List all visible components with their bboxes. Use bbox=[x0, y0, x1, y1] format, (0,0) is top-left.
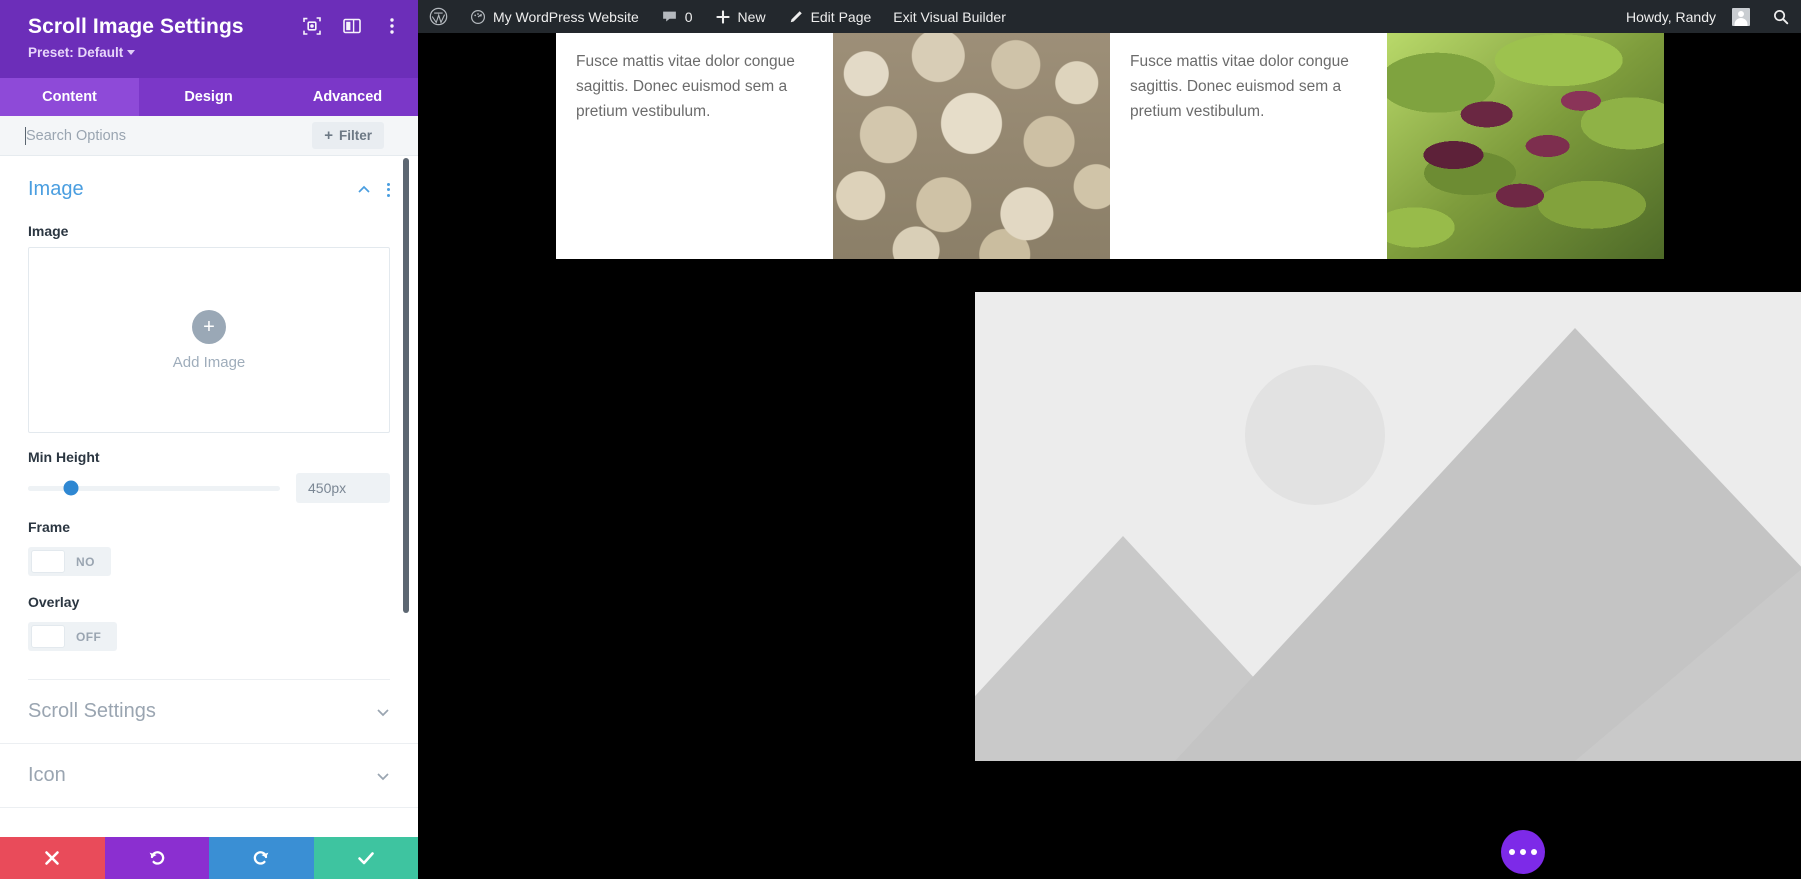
search-input[interactable] bbox=[26, 128, 312, 144]
toggle-knob bbox=[31, 550, 65, 573]
panel-header-icons bbox=[302, 16, 402, 36]
layout-columns-icon[interactable] bbox=[342, 16, 362, 36]
comment-count: 0 bbox=[685, 9, 693, 25]
module-settings-panel: Scroll Image Settings Preset: Default bbox=[0, 0, 418, 879]
preset-selector[interactable]: Preset: Default bbox=[28, 45, 135, 60]
redo-icon bbox=[251, 848, 271, 868]
search-bar: + Filter bbox=[0, 116, 418, 156]
site-name-menu[interactable]: My WordPress Website bbox=[459, 0, 650, 33]
plus-icon: + bbox=[324, 128, 333, 143]
close-icon bbox=[42, 848, 62, 868]
filter-button-label: Filter bbox=[339, 128, 372, 143]
cancel-button[interactable] bbox=[0, 837, 105, 879]
chevron-down-icon bbox=[127, 50, 135, 55]
new-label: New bbox=[738, 9, 766, 25]
comments-menu[interactable]: 0 bbox=[650, 0, 704, 33]
site-name-label: My WordPress Website bbox=[493, 9, 639, 25]
blurb-text-2: Fusce mattis vitae dolor congue sagittis… bbox=[1110, 33, 1387, 259]
focus-frame-icon[interactable] bbox=[302, 16, 322, 36]
save-button[interactable] bbox=[314, 837, 419, 879]
image-field-label: Image bbox=[28, 223, 390, 239]
comment-bubble-icon bbox=[661, 8, 678, 25]
min-height-slider[interactable] bbox=[28, 486, 280, 491]
filter-button[interactable]: + Filter bbox=[312, 122, 384, 149]
panel-header: Scroll Image Settings Preset: Default bbox=[0, 0, 418, 78]
plus-icon bbox=[715, 9, 731, 25]
vertical-dots-icon[interactable] bbox=[387, 183, 390, 197]
app-root: Scroll Image Settings Preset: Default bbox=[0, 0, 1801, 879]
blurb-text-1: Fusce mattis vitae dolor congue sagittis… bbox=[556, 33, 833, 259]
add-image-label: Add Image bbox=[173, 354, 246, 371]
panel-tabs: Content Design Advanced bbox=[0, 78, 418, 116]
howdy-label: Howdy, Randy bbox=[1626, 9, 1716, 25]
slider-handle[interactable] bbox=[63, 481, 78, 496]
min-height-control: 450px bbox=[28, 473, 390, 503]
toggle-knob bbox=[31, 625, 65, 648]
visual-builder-canvas: Fusce mattis vitae dolor congue sagittis… bbox=[418, 33, 1801, 879]
frame-toggle[interactable]: NO bbox=[28, 547, 111, 576]
blurb-row: Fusce mattis vitae dolor congue sagittis… bbox=[556, 33, 1664, 259]
exit-visual-builder-label: Exit Visual Builder bbox=[893, 9, 1006, 25]
check-icon bbox=[356, 848, 376, 868]
wordpress-admin-bar: My WordPress Website 0 New Edit Page Exi… bbox=[418, 0, 1801, 33]
dot-icon bbox=[1520, 849, 1526, 855]
min-height-input[interactable]: 450px bbox=[296, 473, 390, 503]
undo-icon bbox=[147, 848, 167, 868]
panel-scrollbar[interactable] bbox=[406, 156, 414, 879]
exit-visual-builder[interactable]: Exit Visual Builder bbox=[882, 0, 1017, 33]
search-button[interactable] bbox=[1761, 0, 1801, 33]
potato-photo[interactable] bbox=[833, 33, 1110, 259]
panel-action-bar bbox=[0, 837, 418, 879]
dot-icon bbox=[1531, 849, 1537, 855]
section-scroll-settings-title: Scroll Settings bbox=[28, 700, 156, 723]
new-content-menu[interactable]: New bbox=[704, 0, 777, 33]
edit-page-menu[interactable]: Edit Page bbox=[777, 0, 883, 33]
section-image-title: Image bbox=[28, 178, 84, 201]
preset-label: Preset: Default bbox=[28, 45, 123, 60]
pencil-icon bbox=[788, 9, 804, 25]
add-image-dropzone[interactable]: + Add Image bbox=[28, 247, 390, 433]
frame-toggle-state: NO bbox=[65, 555, 108, 569]
tab-design[interactable]: Design bbox=[139, 78, 278, 116]
section-scroll-settings[interactable]: Scroll Settings bbox=[0, 680, 418, 744]
image-placeholder[interactable] bbox=[975, 292, 1801, 761]
search-icon bbox=[1772, 8, 1790, 26]
tab-advanced[interactable]: Advanced bbox=[278, 78, 417, 116]
wordpress-logo-icon[interactable] bbox=[418, 0, 459, 33]
undo-button[interactable] bbox=[105, 837, 210, 879]
placeholder-graphic bbox=[975, 292, 1801, 761]
text-cursor bbox=[25, 127, 26, 145]
chevron-down-icon[interactable] bbox=[376, 705, 390, 719]
admin-bar-right: Howdy, Randy bbox=[1615, 0, 1801, 33]
page-settings-fab[interactable] bbox=[1501, 830, 1545, 874]
scrollbar-thumb[interactable] bbox=[403, 158, 409, 613]
avatar bbox=[1732, 8, 1750, 26]
howdy-menu[interactable]: Howdy, Randy bbox=[1615, 0, 1761, 33]
overlay-toggle-state: OFF bbox=[65, 630, 114, 644]
plus-icon: + bbox=[192, 310, 226, 344]
section-image-header[interactable]: Image bbox=[28, 156, 390, 207]
tab-content[interactable]: Content bbox=[0, 78, 139, 116]
edit-page-label: Edit Page bbox=[811, 9, 872, 25]
frame-label: Frame bbox=[28, 519, 390, 535]
section-image: Image Image + Add Image Min Height bbox=[0, 156, 418, 680]
min-height-label: Min Height bbox=[28, 449, 390, 465]
chevron-up-icon[interactable] bbox=[357, 183, 371, 197]
redo-button[interactable] bbox=[209, 837, 314, 879]
pepper-plant-photo[interactable] bbox=[1387, 33, 1664, 259]
overlay-label: Overlay bbox=[28, 594, 390, 610]
panel-body: Image Image + Add Image Min Height bbox=[0, 156, 418, 879]
vertical-dots-icon[interactable] bbox=[382, 16, 402, 36]
section-icon[interactable]: Icon bbox=[0, 744, 418, 808]
dot-icon bbox=[1509, 849, 1515, 855]
chevron-down-icon[interactable] bbox=[376, 769, 390, 783]
section-icon-title: Icon bbox=[28, 764, 66, 787]
overlay-toggle[interactable]: OFF bbox=[28, 622, 117, 651]
dashboard-icon bbox=[470, 9, 486, 25]
